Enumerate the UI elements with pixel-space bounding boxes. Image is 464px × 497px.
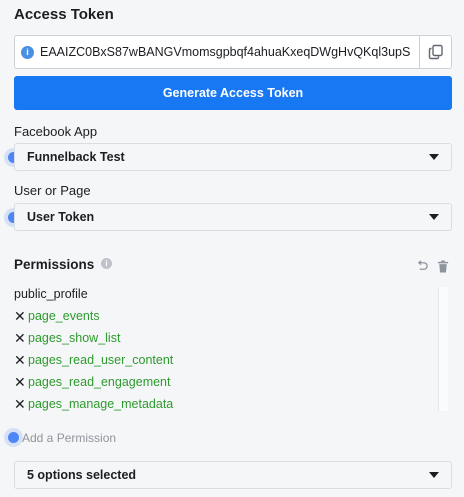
remove-permission-icon[interactable]: ✕ (14, 308, 27, 325)
info-icon[interactable]: i (101, 258, 112, 269)
permission-name: pages_read_user_content (28, 353, 174, 367)
caret-down-icon (429, 472, 439, 478)
remove-permission-icon[interactable]: ✕ (14, 396, 27, 413)
add-permission-dot-icon (8, 432, 19, 443)
permission-item: ✕ page_events (14, 305, 438, 327)
caret-down-icon (429, 214, 439, 220)
facebook-app-selected: Funnelback Test (27, 150, 125, 164)
permissions-scrollbar[interactable] (438, 287, 448, 411)
permission-item: public_profile (14, 283, 438, 305)
remove-permission-icon[interactable]: ✕ (14, 330, 27, 347)
caret-down-icon (429, 154, 439, 160)
add-permission-input[interactable]: Add a Permission (22, 431, 116, 445)
clear-permissions-button[interactable] (437, 260, 449, 278)
permission-name: page_events (28, 309, 100, 323)
info-icon[interactable]: i (21, 45, 34, 59)
access-token-value[interactable]: EAAIZC0BxS87wBANGVmomsgpbqf4ahuaKxeqDWgH… (40, 45, 419, 59)
permission-name: pages_show_list (28, 331, 121, 345)
copy-icon (428, 44, 443, 60)
remove-permission-icon[interactable]: ✕ (14, 352, 27, 369)
permission-name: pages_manage_metadata (28, 397, 174, 411)
permission-item: ✕ pages_manage_metadata (14, 393, 438, 415)
generate-access-token-button[interactable]: Generate Access Token (14, 76, 452, 110)
user-or-page-select[interactable]: User Token (14, 203, 452, 231)
copy-button[interactable] (419, 36, 451, 68)
permission-item: ✕ pages_show_list (14, 327, 438, 349)
undo-icon (417, 260, 428, 270)
facebook-app-select[interactable]: Funnelback Test (14, 143, 452, 171)
options-selected-text: 5 options selected (27, 468, 137, 482)
trash-icon (437, 260, 449, 273)
permissions-title: Permissions (14, 257, 95, 272)
remove-permission-icon[interactable]: ✕ (14, 374, 27, 391)
permission-item: ✕ pages_read_engagement (14, 371, 438, 393)
facebook-app-label: Facebook App (14, 124, 98, 139)
permission-item: ✕ pages_read_user_content (14, 349, 438, 371)
permission-name: public_profile (14, 287, 88, 301)
permission-name: pages_read_engagement (28, 375, 171, 389)
user-or-page-label: User or Page (14, 183, 91, 198)
access-token-field[interactable]: i EAAIZC0BxS87wBANGVmomsgpbqf4ahuaKxeqDW… (14, 35, 452, 69)
user-or-page-selected: User Token (27, 210, 95, 224)
undo-button[interactable] (416, 260, 429, 278)
permissions-options-select[interactable]: 5 options selected (14, 461, 452, 489)
permissions-list: public_profile ✕ page_events ✕ pages_sho… (14, 283, 438, 412)
access-token-title: Access Token (14, 6, 114, 23)
